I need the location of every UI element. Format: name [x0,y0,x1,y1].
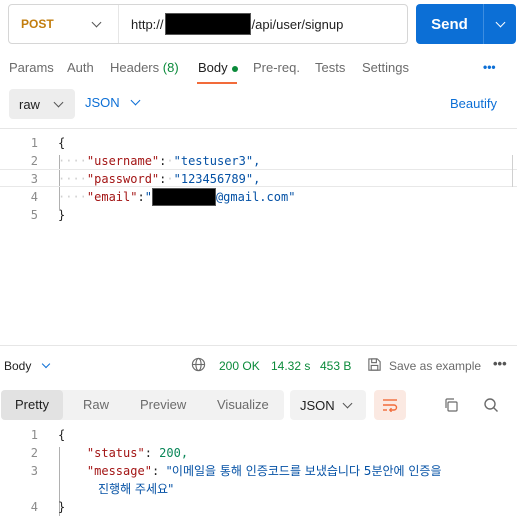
tab-tests[interactable]: Tests [315,60,345,75]
code-line: 2 ····"username":·"testuser3", [0,152,517,170]
tab-auth[interactable]: Auth [67,60,94,75]
json-value-continued: 진행해 주세요" [98,482,174,496]
code-line: 1 { [0,134,517,152]
status-code[interactable]: 200 OK [219,359,260,373]
line-number: 3 [30,464,38,478]
response-format-select[interactable]: JSON [290,390,366,420]
copy-icon[interactable] [443,397,459,413]
tab-body-label: Body [198,60,228,75]
line-number: 5 [30,208,38,222]
redacted-email [151,188,216,206]
view-pretty[interactable]: Pretty [1,390,63,420]
response-section-select[interactable]: Body [4,359,51,373]
save-icon[interactable] [367,357,382,372]
response-size[interactable]: 453 B [320,359,351,373]
globe-icon[interactable] [191,357,206,372]
view-preview[interactable]: Preview [126,390,200,420]
body-format-label: JSON [85,95,120,110]
chevron-down-icon [495,17,505,27]
line-number: 4 [30,190,38,204]
scrollbar[interactable] [512,155,517,187]
tab-headers[interactable]: Headers (8) [110,60,179,75]
send-options-dropdown[interactable] [483,4,516,44]
tab-body[interactable]: Body [198,60,238,75]
send-label: Send [431,15,468,33]
json-key: "password" [86,172,160,186]
save-as-example-button[interactable]: Save as example [389,359,481,373]
line-number: 1 [30,136,38,150]
line-number: 2 [30,154,38,168]
chevron-down-icon [91,17,102,27]
view-raw[interactable]: Raw [69,390,123,420]
search-icon[interactable] [483,397,499,413]
view-visualize[interactable]: Visualize [203,390,283,420]
divider [0,128,517,129]
wrap-lines-icon [383,399,398,412]
line-number: 1 [30,428,38,442]
tab-pre-request[interactable]: Pre-req. [253,60,300,75]
chevron-down-icon [342,398,353,408]
modified-dot-icon [231,65,238,72]
body-format-select[interactable]: JSON [85,95,141,110]
url-prefix: http:// [131,16,164,32]
line-number: 3 [30,172,38,186]
response-status-bar: Body 200 OK 14.32 s 453 B Save as exampl… [0,354,517,378]
tab-settings[interactable]: Settings [362,60,409,75]
code-line: 4 } [0,498,517,516]
method-label: POST [21,17,54,31]
tab-headers-count: (8) [162,60,179,75]
method-select[interactable]: POST [9,5,119,43]
code-line: 5 } [0,206,517,224]
redacted-host [164,13,251,35]
chevron-down-icon [42,359,51,369]
chevron-down-icon [130,95,141,106]
code-line: 4 ····"email":" @gmail.com" [0,188,517,206]
body-mode-label: raw [19,96,40,112]
json-value: "testuser3", [173,154,261,168]
response-section-label: Body [4,359,32,373]
json-value: "123456789", [173,172,261,186]
close-brace: } [58,500,66,514]
code-line: 1 { [0,426,517,444]
response-time[interactable]: 14.32 s [271,359,310,373]
more-options-icon[interactable]: ••• [493,356,507,371]
request-tabs: Params Auth Headers (8) Body Pre-req. Te… [0,54,517,84]
divider [0,345,517,346]
line-number: 2 [30,446,38,460]
tab-headers-label: Headers [110,60,160,75]
line-number: 4 [30,500,38,514]
response-body-viewer[interactable]: 1 { 2 "status": 200, 3 "message": "이메일을 … [0,426,517,516]
json-value: "이메일을 통해 인증코드를 보냈습니다 5분안에 인증을 [166,464,442,478]
url-input[interactable]: http:// /api/user/signup [119,13,343,35]
tab-params[interactable]: Params [9,60,54,75]
active-tab-indicator [197,82,237,84]
json-value: @gmail.com" [215,190,296,204]
request-body-editor[interactable]: 1 { 2 ····"username":·"testuser3", 3 ···… [0,132,517,344]
chevron-down-icon [53,97,64,107]
code-line-current: 3 ····"password":·"123456789", [0,169,517,187]
code-line-wrapped: 진행해 주세요" [0,480,517,498]
more-tabs-icon[interactable]: ••• [483,60,496,74]
code-line: 2 "status": 200, [0,444,517,462]
json-value: 200, [159,446,189,460]
open-brace: { [58,428,66,442]
url-suffix: /api/user/signup [251,16,344,32]
open-brace: { [58,136,66,150]
json-key: "status" [86,446,145,460]
response-format-label: JSON [300,397,335,413]
json-key: "username" [86,154,160,168]
response-view-tabs: Pretty Raw Preview Visualize [1,390,284,420]
json-key: "message" [86,464,152,478]
code-line: 3 "message": "이메일을 통해 인증코드를 보냈습니다 5분안에 인… [0,462,517,480]
body-mode-select[interactable]: raw [9,89,75,119]
wrap-lines-button[interactable] [374,390,406,420]
send-button[interactable]: Send [416,4,516,44]
json-key: "email" [86,190,138,204]
beautify-button[interactable]: Beautify [450,96,497,111]
request-url-bar: POST http:// /api/user/signup [8,4,408,44]
close-brace: } [58,208,66,222]
